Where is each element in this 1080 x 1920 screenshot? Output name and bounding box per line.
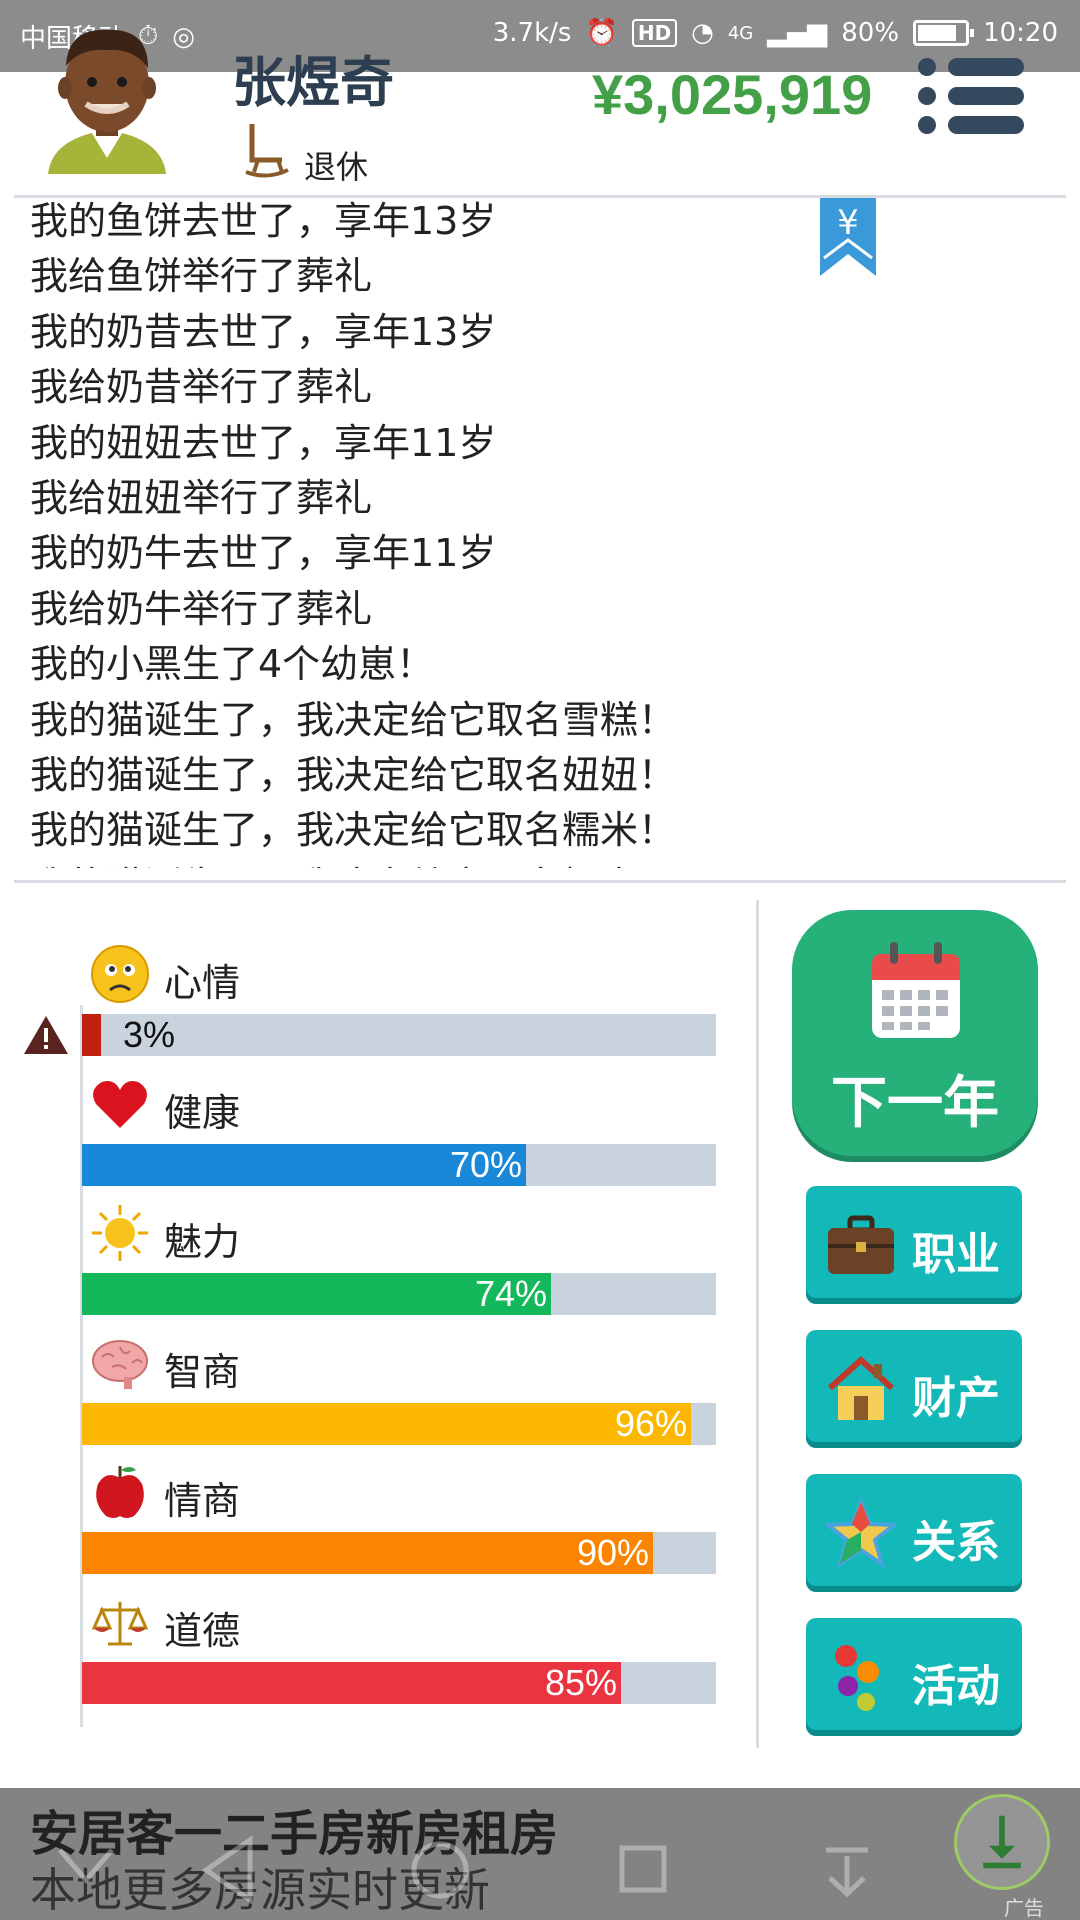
- avatar[interactable]: [38, 18, 176, 174]
- career-button[interactable]: 职业: [806, 1186, 1022, 1298]
- stat-label: 魅力: [164, 1220, 241, 1265]
- log-line: 我给妞妞举行了葬礼: [30, 476, 373, 520]
- stat-bar-fill: [82, 1662, 621, 1704]
- header-divider: [14, 195, 1066, 198]
- download-button[interactable]: [954, 1794, 1050, 1890]
- stat-value: 74%: [474, 1273, 547, 1315]
- next-year-label: 下一年: [831, 1071, 999, 1136]
- log-line: 我的小黑生了4个幼崽！: [30, 642, 435, 687]
- assets-button[interactable]: 财产: [806, 1330, 1022, 1442]
- assets-label: 财产: [912, 1373, 1000, 1424]
- log-line: 我给奶牛举行了葬礼: [30, 586, 373, 631]
- log-line: 我的鱼饼去世了，享年13岁: [30, 200, 497, 243]
- ad-tag: 广告: [1004, 1896, 1044, 1920]
- log-line: 我的奶昔去世了，享年13岁: [30, 309, 497, 354]
- stats-rail: [80, 1005, 83, 1727]
- stat-bar-fill: [82, 1532, 653, 1575]
- apple-icon: [90, 1462, 150, 1522]
- alarm-icon: ⏰: [585, 18, 618, 48]
- stat-bar: 74%: [82, 1273, 716, 1316]
- stat-bar: 96%: [82, 1402, 716, 1445]
- log-line: 我给鱼饼举行了葬礼: [30, 254, 373, 299]
- ad-subtitle: 本地更多房源实时更新: [30, 1863, 490, 1917]
- wifi-icon: ◔: [691, 18, 714, 48]
- log-line-cut: 我的猫诞生了，我决定给它取名糯米！: [30, 855, 676, 868]
- money-balance: ¥3,025,919: [592, 63, 873, 126]
- log-divider: [14, 880, 1066, 883]
- stat-bar-fill: [82, 1402, 691, 1445]
- stat-label: 健康: [164, 1090, 241, 1135]
- scales-icon: [90, 1592, 150, 1652]
- sun-icon: [90, 1203, 150, 1263]
- download-icon: [983, 1815, 1021, 1869]
- ad-banner[interactable]: 安居客一二手房新房租房 本地更多房源实时更新: [0, 1788, 1080, 1920]
- log-line: 我的猫诞生了，我决定给它取名雪糕！: [30, 697, 677, 742]
- hd-badge: HD: [631, 19, 678, 47]
- event-log[interactable]: 我的鱼饼去世了，享年13岁 我给鱼饼举行了葬礼我的奶昔去世了，享年13岁 我给奶昔举…: [14, 200, 1066, 868]
- stat-label: 心情: [164, 961, 241, 1005]
- stat-label: 道德: [164, 1609, 241, 1653]
- activity-dots-icon: [835, 1645, 879, 1711]
- bookmark-icon[interactable]: ¥: [820, 198, 876, 276]
- rocking-chair-icon: [245, 124, 289, 178]
- stat-label: 情商: [164, 1479, 241, 1524]
- sad-face-icon: [90, 944, 150, 1004]
- calendar-icon: [872, 942, 960, 1038]
- relations-button[interactable]: 关系: [806, 1474, 1022, 1586]
- battery-percent: 80%: [841, 18, 900, 48]
- stat-bar: 3%: [82, 1014, 716, 1056]
- heart-icon: [90, 1074, 150, 1134]
- net-speed: 3.7k/s: [492, 18, 572, 48]
- log-line: 我的奶牛去世了，享年11岁: [30, 531, 497, 576]
- stat-label: 智商: [164, 1349, 241, 1394]
- stat-bar: 70%: [82, 1143, 716, 1186]
- log-line: 我的猫诞生了，我决定给它取名糯米！: [30, 808, 677, 853]
- house-icon: [827, 1355, 895, 1420]
- next-year-button[interactable]: 下一年: [792, 910, 1038, 1156]
- log-line: 我的猫诞生了，我决定给它取名妞妞！: [30, 753, 677, 797]
- stat-value: 3%: [123, 1014, 176, 1055]
- briefcase-icon: [828, 1215, 894, 1274]
- stat-value: 90%: [576, 1532, 649, 1574]
- stat-value: 85%: [544, 1662, 617, 1703]
- activities-button[interactable]: 活动: [806, 1618, 1022, 1730]
- relations-label: 关系: [912, 1517, 1000, 1568]
- stat-value: 96%: [614, 1402, 687, 1444]
- star-icon: [826, 1498, 896, 1568]
- stat-bar: 85%: [82, 1662, 716, 1704]
- career-label: 职业: [912, 1229, 1000, 1280]
- warning-icon: [24, 1016, 68, 1054]
- log-line: 我的妞妞去世了，享年11岁: [30, 420, 497, 465]
- life-status: 退休: [304, 148, 369, 186]
- panel-separator: [756, 900, 759, 1748]
- player-name: 张煜奇: [232, 51, 394, 114]
- stat-bar: 90%: [82, 1532, 716, 1575]
- bookmark-symbol: ¥: [837, 203, 859, 243]
- signal-label: 4G: [727, 22, 754, 44]
- stat-bar-fill: [82, 1014, 101, 1056]
- signal-icon: ▂▄▆: [767, 18, 828, 48]
- clock: 10:20: [983, 18, 1058, 48]
- menu-button[interactable]: [918, 58, 1024, 134]
- activities-label: 活动: [912, 1661, 1000, 1712]
- stat-value: 70%: [449, 1143, 522, 1185]
- battery-icon: [913, 20, 975, 46]
- log-line: 我给奶昔举行了葬礼: [30, 365, 373, 410]
- brain-icon: [90, 1333, 150, 1393]
